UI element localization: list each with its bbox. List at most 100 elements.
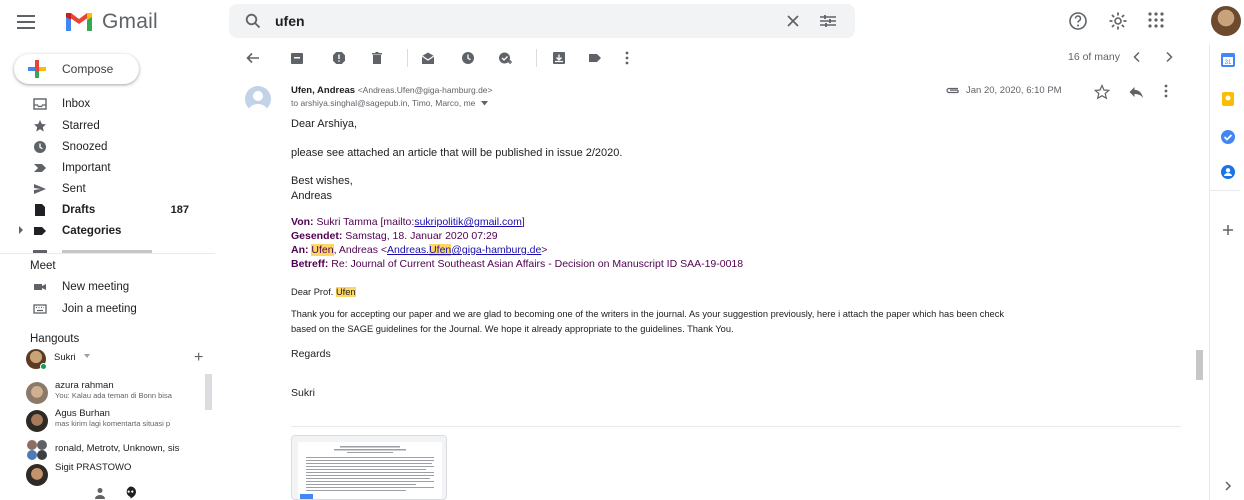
svg-text:31: 31 (1225, 60, 1232, 66)
online-status-icon (40, 363, 47, 370)
hangouts-scrollbar[interactable] (205, 374, 212, 410)
email-greeting: Dear Arshiya, (291, 118, 358, 130)
hangout-conversation[interactable]: Agus Burhan mas kirim lagi komentarta si… (22, 408, 212, 432)
nav-starred[interactable]: Starred (0, 115, 200, 136)
nav-important-label: Important (62, 161, 111, 174)
main-scrollbar-thumb[interactable] (1196, 350, 1203, 380)
main-menu-icon[interactable] (14, 10, 38, 34)
status-dropdown-icon[interactable] (84, 354, 90, 358)
main-scrollbar-track[interactable] (1192, 44, 1204, 500)
snooze-clock-icon[interactable] (461, 51, 475, 65)
compose-plus-icon (26, 58, 48, 80)
side-panel-divider (1210, 190, 1240, 191)
add-to-tasks-icon[interactable] (498, 51, 514, 65)
nav-important[interactable]: Important (0, 157, 200, 178)
toolbar-divider (407, 49, 408, 67)
meet-section-title: Meet (30, 260, 56, 272)
newer-chevron-left-icon[interactable] (1132, 51, 1142, 63)
archive-icon[interactable] (290, 51, 304, 65)
sender-name[interactable]: Ufen, Andreas (291, 85, 355, 96)
nav-sent[interactable]: Sent (0, 178, 200, 199)
expand-side-panel-chevron-icon[interactable] (1220, 478, 1236, 494)
sent-label: Gesendet: (291, 230, 343, 242)
star-icon[interactable] (1094, 84, 1110, 100)
contacts-icon[interactable] (1220, 164, 1236, 180)
get-addons-plus-icon[interactable] (1220, 222, 1236, 238)
nav-starred-label: Starred (62, 119, 100, 132)
quoted-greeting-text: Dear Prof. (291, 287, 336, 297)
show-details-dropdown-icon[interactable] (480, 98, 488, 108)
hangout-conversation[interactable]: azura rahman You: Kalau ada teman di Bon… (22, 380, 212, 404)
nav-categories[interactable]: Categories (0, 220, 200, 241)
hangout-conversation[interactable]: Sigit PRASTOWO (22, 462, 212, 486)
new-meeting-label: New meeting (62, 280, 130, 293)
nav-more-clipped (0, 242, 215, 254)
app-name: Gmail (102, 10, 158, 33)
toolbar-divider (536, 49, 537, 67)
video-camera-icon (33, 280, 47, 294)
to-end: > (541, 244, 548, 256)
help-icon[interactable] (1068, 11, 1088, 31)
email-date: Jan 20, 2020, 6:10 PM (966, 85, 1062, 96)
gmail-logo[interactable]: Gmail (64, 8, 174, 36)
reply-icon[interactable] (1128, 84, 1144, 100)
pdf-attachment-thumbnail[interactable] (291, 435, 447, 500)
from-email-link[interactable]: sukripolitik@gmail.com (414, 216, 522, 228)
email-body-line: please see attached an article that will… (291, 147, 623, 159)
last-message: mas kirim lagi komentarta situasi p (55, 419, 171, 428)
label-as-icon[interactable] (588, 51, 602, 65)
recipients-line[interactable]: to arshiya.singhal@sagepub.in, Timo, Mar… (291, 98, 488, 108)
calendar-icon[interactable]: 31 (1220, 52, 1236, 68)
clock-icon (33, 140, 47, 154)
to-email-link[interactable]: Andreas.Ufen@giga-hamburg.de (387, 244, 541, 256)
contact-name: Sigit PRASTOWO (55, 462, 132, 473)
from-value-end: ] (521, 216, 525, 228)
settings-gear-icon[interactable] (1108, 11, 1128, 31)
more-options-icon[interactable] (1164, 84, 1168, 98)
to-email-domain: @giga-hamburg.de (451, 244, 542, 256)
keep-notes-icon[interactable] (1220, 91, 1236, 107)
mark-unread-icon[interactable] (421, 51, 435, 65)
contact-avatar (26, 382, 48, 404)
search-input[interactable] (275, 10, 795, 32)
clear-search-icon[interactable] (785, 13, 801, 29)
star-icon (33, 119, 47, 133)
from-value: Sukri Tamma [mailto: (316, 216, 415, 228)
search-options-icon[interactable] (819, 13, 837, 29)
tasks-icon[interactable] (1220, 129, 1236, 145)
forward-from-line: Von: Sukri Tamma [mailto:sukripolitik@gm… (291, 216, 525, 228)
move-to-icon[interactable] (552, 51, 566, 65)
sent-value: Samstag, 18. Januar 2020 07:29 (345, 230, 498, 242)
search-icon[interactable] (245, 13, 261, 29)
search-bar[interactable] (229, 4, 855, 38)
inbox-icon (33, 97, 47, 111)
sender-line: Ufen, Andreas <Andreas.Ufen@giga-hamburg… (291, 85, 493, 96)
expand-arrow-icon[interactable] (18, 226, 24, 234)
sender-avatar[interactable] (245, 86, 271, 112)
more-icon (33, 250, 47, 253)
hangouts-chat-icon[interactable] (124, 486, 137, 499)
nav-inbox[interactable]: Inbox (0, 93, 200, 114)
account-avatar[interactable] (1211, 6, 1241, 36)
hangouts-me[interactable]: Sukri + (26, 349, 216, 371)
forward-sent-line: Gesendet: Samstag, 18. Januar 2020 07:29 (291, 230, 498, 242)
new-conversation-plus-icon[interactable]: + (194, 349, 203, 367)
join-meeting-label: Join a meeting (62, 302, 137, 315)
more-actions-icon[interactable] (625, 51, 629, 65)
report-spam-icon[interactable] (332, 51, 346, 65)
nav-snoozed[interactable]: Snoozed (0, 136, 200, 157)
nav-snoozed-label: Snoozed (62, 140, 108, 153)
contacts-person-icon[interactable] (94, 487, 106, 499)
compose-button[interactable]: Compose (14, 54, 139, 84)
google-apps-icon[interactable] (1147, 11, 1165, 29)
older-chevron-right-icon[interactable] (1164, 51, 1174, 63)
back-arrow-icon[interactable] (246, 51, 260, 65)
quoted-greeting: Dear Prof. Ufen (291, 287, 356, 297)
delete-trash-icon[interactable] (370, 51, 384, 65)
nav-drafts[interactable]: Drafts 187 (0, 199, 200, 220)
join-meeting-item[interactable]: Join a meeting (0, 298, 200, 319)
clipped-label (62, 250, 152, 253)
new-meeting-item[interactable]: New meeting (0, 276, 200, 297)
hangout-conversation[interactable]: ronald, Metrotv, Unknown, sis (22, 437, 212, 461)
send-icon (33, 182, 47, 196)
